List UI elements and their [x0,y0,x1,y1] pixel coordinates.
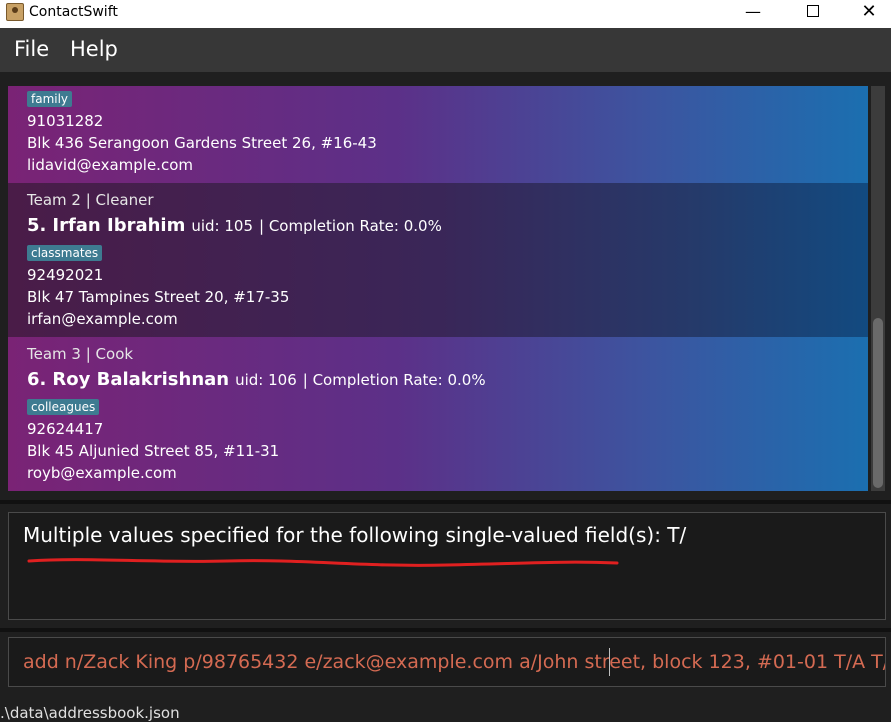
list-scrollbar[interactable] [871,86,885,491]
menu-help[interactable]: Help [70,37,118,61]
person-index: 6. [27,369,47,390]
person-card[interactable]: Team 3 | Cook 6. Roy Balakrishnan uid: 106… [8,337,868,491]
tag-badge: classmates [27,245,103,261]
name-line: 5. Irfan Ibrahim uid: 105 | Completion Rate… [27,215,442,236]
person-list-panel: family 91031282 Blk 436 Serangoon Garden… [0,72,891,500]
name-line: 6. Roy Balakrishnan uid: 106 | Completion R… [27,369,486,390]
maximize-icon [807,5,819,17]
maximize-button[interactable] [790,0,836,22]
completion-rate-text: | Completion Rate: 0.0% [302,371,486,389]
email-text: lidavid@example.com [27,156,193,174]
team-role-text: Team 3 | Cook [27,345,134,363]
close-button[interactable]: ✕ [846,0,891,22]
contact-book-icon [6,3,24,21]
person-card[interactable]: family 91031282 Blk 436 Serangoon Garden… [8,86,868,183]
phone-text: 91031282 [27,112,104,130]
divider [0,500,891,504]
completion-rate-text: | Completion Rate: 0.0% [259,217,442,235]
email-text: royb@example.com [27,464,177,482]
save-location-text: .\data\addressbook.json [0,704,180,722]
tag-badge: family [27,91,73,107]
address-text: Blk 436 Serangoon Gardens Street 26, #16… [27,134,377,152]
window-title: ContactSwift [29,4,118,20]
text-caret [609,648,610,676]
uid-text: uid: 105 [191,217,254,235]
person-name: Roy Balakrishnan [52,369,230,390]
person-card[interactable]: Team 2 | Cleaner 5. Irfan Ibrahim uid: 105… [8,183,868,337]
red-annotation-underline [27,558,619,567]
result-message: Multiple values specified for the follow… [23,523,687,547]
address-text: Blk 47 Tampines Street 20, #17-35 [27,288,290,306]
divider [0,628,891,632]
person-index: 5. [27,215,47,236]
person-list[interactable]: family 91031282 Blk 436 Serangoon Garden… [8,86,868,491]
team-role-text: Team 2 | Cleaner [27,191,154,209]
minimize-button[interactable]: — [730,0,776,22]
email-text: irfan@example.com [27,310,178,328]
tag-badge: colleagues [27,399,100,415]
menu-bar: File Help [0,28,891,72]
title-bar: ContactSwift — ✕ [0,0,891,28]
person-name: Irfan Ibrahim [52,215,186,236]
address-text: Blk 45 Aljunied Street 85, #11-31 [27,442,280,460]
scrollbar-thumb[interactable] [873,318,883,488]
phone-text: 92624417 [27,420,104,438]
result-display[interactable]: Multiple values specified for the follow… [8,512,886,620]
uid-text: uid: 106 [235,371,297,389]
command-input[interactable]: add n/Zack King p/98765432 e/zack@exampl… [8,637,886,687]
menu-file[interactable]: File [14,37,49,61]
status-bar: .\data\addressbook.json [0,696,891,722]
command-text: add n/Zack King p/98765432 e/zack@exampl… [23,651,886,673]
phone-text: 92492021 [27,266,104,284]
